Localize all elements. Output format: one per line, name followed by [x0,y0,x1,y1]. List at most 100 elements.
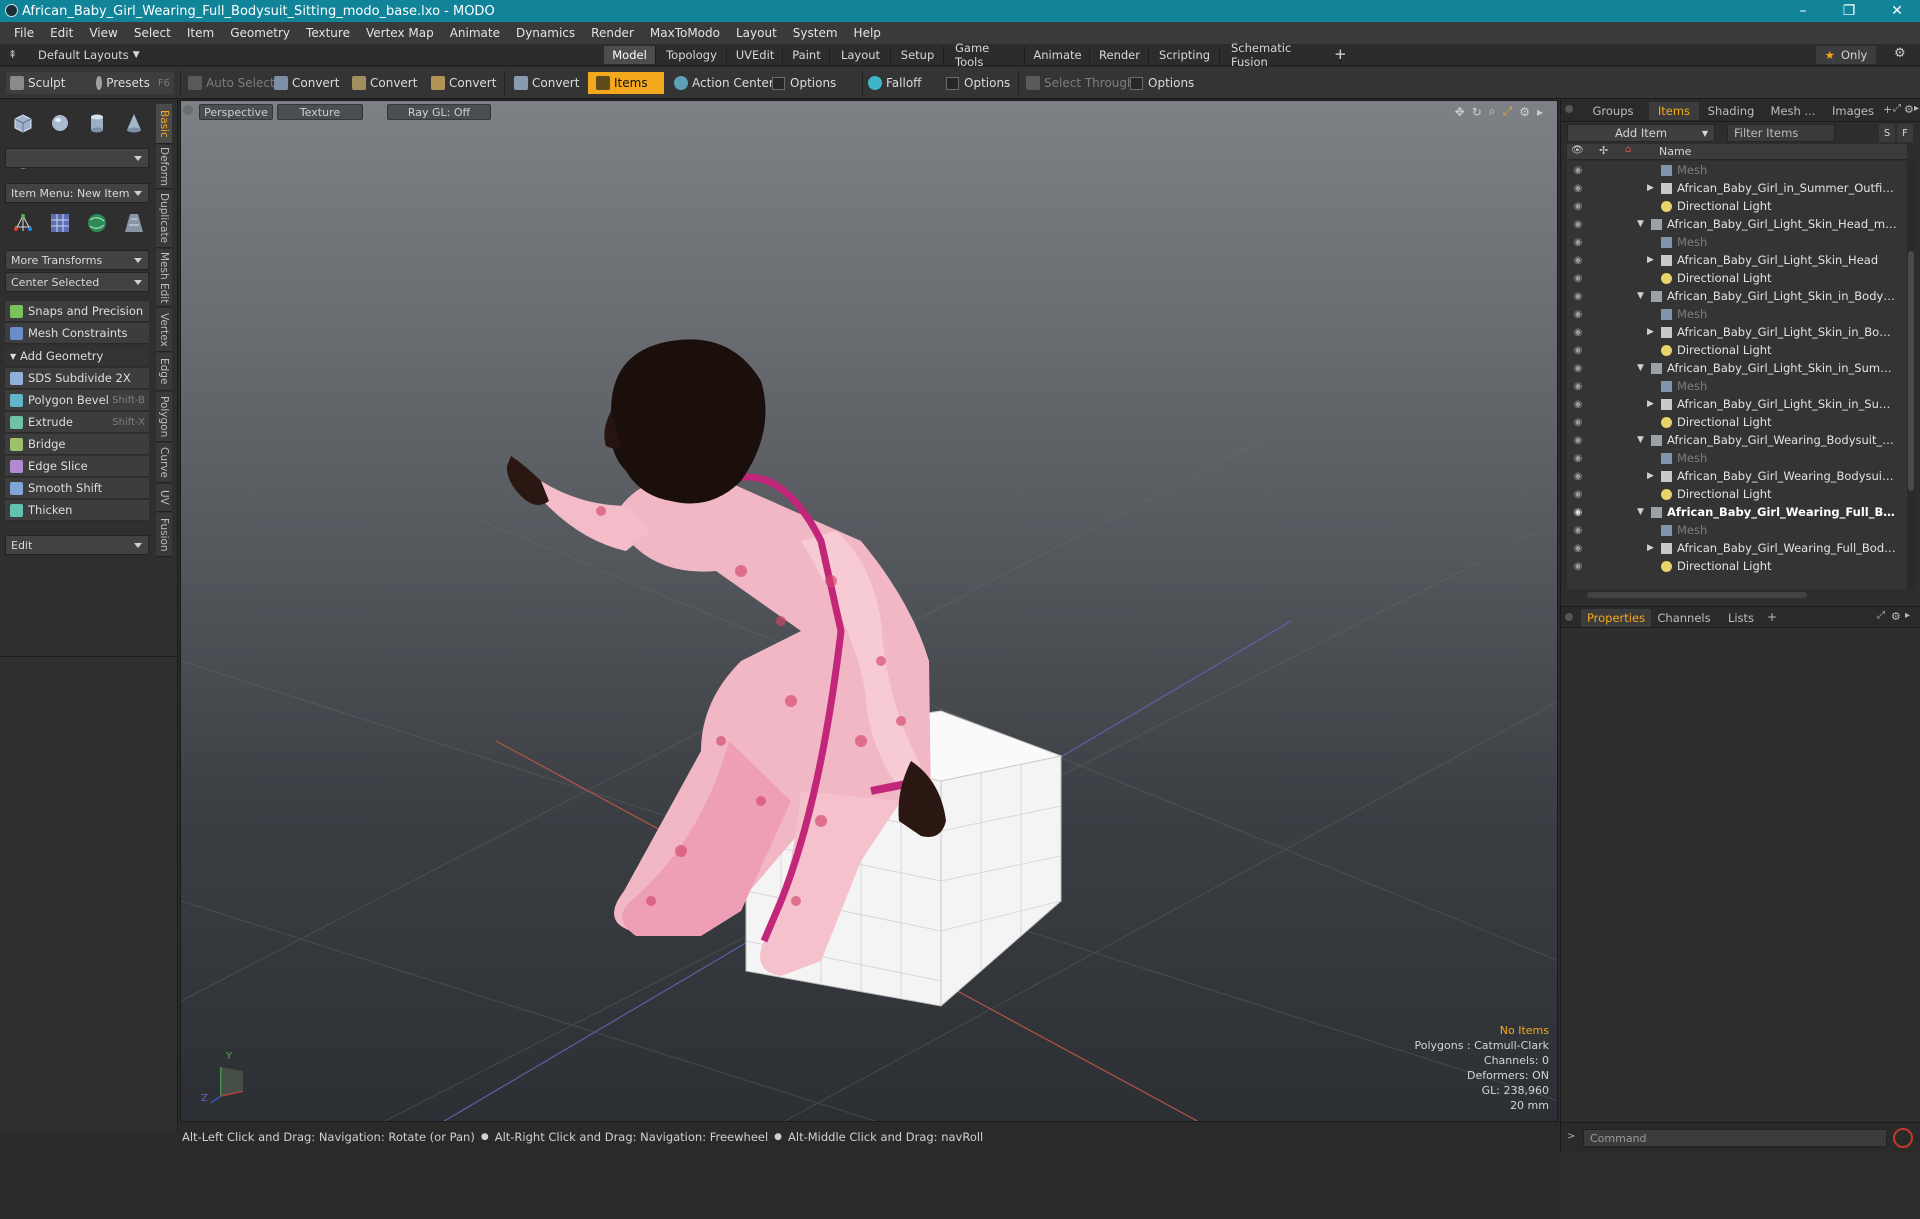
layout-toggle-icon[interactable]: ⇞ [8,48,17,61]
expand-right-icon[interactable]: ▶ [1647,327,1654,337]
hscrollbar-thumb[interactable] [1587,592,1807,598]
command-input[interactable]: Command [1583,1129,1887,1147]
extrude-button[interactable]: Extrude Shift-X [5,412,149,433]
tab-uvedit[interactable]: UVEdit [728,46,783,64]
expand-right-icon[interactable]: ▶ [1647,255,1654,265]
gear-icon[interactable]: ⚙ [1894,46,1906,61]
expand-down-icon[interactable]: ▼ [1637,219,1644,229]
panel-gear-icon[interactable]: ⚙ [1891,610,1901,623]
more-transforms-dropdown[interactable]: More Transforms [5,250,149,270]
edit-dropdown[interactable]: Edit [5,535,149,555]
cube-icon[interactable] [11,111,35,135]
add-item-dropdown[interactable]: Add Item ▼ [1567,124,1715,142]
convert-polygons-button[interactable]: Convert [427,72,500,94]
tree-row-group[interactable]: ◉ ▶ African_Baby_Girl_Wearing_Full_Bodysu.… [1567,539,1907,557]
vtab-mesh-edit[interactable]: Mesh Edit [156,249,172,307]
tab-render[interactable]: Render [1091,46,1149,64]
scrollbar-thumb[interactable] [1908,251,1914,491]
visibility-eye-icon[interactable]: ◉ [1571,183,1585,194]
tree-row-scene[interactable]: ◉ ▼ African_Baby_Girl_Light_Skin_in_Summer… [1567,359,1907,377]
tree-hscrollbar[interactable] [1567,589,1907,601]
panel-menu-icon[interactable] [1565,105,1573,113]
vtab-duplicate[interactable]: Duplicate [156,190,172,248]
expand-icon[interactable]: ⤢ [1877,610,1885,621]
expand-down-icon[interactable]: ▼ [1637,435,1644,445]
maximize-button[interactable]: ❐ [1826,0,1872,22]
visibility-eye-icon[interactable]: ◉ [1571,255,1585,266]
menu-select[interactable]: Select [126,26,179,40]
visibility-eye-icon[interactable]: ◉ [1571,273,1585,284]
visibility-eye-icon[interactable]: ◉ [1571,489,1585,500]
tab-shading[interactable]: Shading [1701,102,1761,120]
visibility-eye-icon[interactable]: ◉ [1571,237,1585,248]
menu-geometry[interactable]: Geometry [222,26,298,40]
sculpt-button[interactable]: Sculpt [6,72,92,94]
cylinder-icon[interactable] [85,111,109,135]
vtab-basic[interactable]: Basic [156,104,172,144]
visibility-header-icon[interactable]: 👁 [1571,145,1584,156]
add-tab-button[interactable]: + [1334,45,1347,63]
vtab-fusion[interactable]: Fusion [156,513,172,557]
menu-animate[interactable]: Animate [442,26,508,40]
action-center-button[interactable]: Action Center [670,72,778,94]
falloff-button[interactable]: Falloff [864,72,925,94]
render-header-icon[interactable]: ⌂ [1625,144,1631,155]
menu-help[interactable]: Help [846,26,889,40]
visibility-eye-icon[interactable]: ◉ [1571,417,1585,428]
expand-right-icon[interactable]: ▶ [1647,399,1654,409]
only-toggle[interactable]: ★ Only [1816,46,1876,64]
name-column-header[interactable]: Name [1659,145,1691,158]
options-checkbox[interactable] [1130,76,1143,90]
lock-header-icon[interactable]: ✢ [1599,144,1608,157]
tree-row-mesh[interactable]: ◉ Mesh [1567,161,1907,179]
convert-vertices-button[interactable]: Convert [270,72,343,94]
visibility-eye-icon[interactable]: ◉ [1571,399,1585,410]
options-checkbox[interactable] [772,76,785,90]
options-button-3[interactable]: Options [1126,72,1198,94]
tree-row-group[interactable]: ◉ ▶ African_Baby_Girl_Light_Skin_in_Summe … [1567,395,1907,413]
polygon-bevel-button[interactable]: Polygon Bevel Shift-B [5,390,149,411]
options-button-2[interactable]: Options [942,72,1014,94]
select-through-button[interactable]: Select Through [1022,72,1139,94]
vtab-polygon[interactable]: Polygon [156,392,172,442]
presets-button[interactable]: Presets F6 [92,72,174,94]
tab-game-tools[interactable]: Game Tools [945,41,1025,69]
tab-animate[interactable]: Animate [1026,46,1090,64]
menu-item[interactable]: Item [179,26,222,40]
visibility-eye-icon[interactable]: ◉ [1571,381,1585,392]
tab-properties[interactable]: Properties [1581,609,1651,627]
expand-right-icon[interactable]: ▶ [1647,543,1654,553]
tree-row-mesh[interactable]: ◉ Mesh [1567,449,1907,467]
menu-system[interactable]: System [785,26,846,40]
tree-row-mesh[interactable]: ◉ Mesh [1567,521,1907,539]
menu-vertex-map[interactable]: Vertex Map [358,26,442,40]
menu-dynamics[interactable]: Dynamics [508,26,583,40]
item-menu-dropdown[interactable]: Item Menu: New Item [5,183,149,203]
expand-right-icon[interactable]: ▶ [1647,183,1654,193]
tab-groups[interactable]: Groups [1579,102,1647,120]
visibility-eye-icon[interactable]: ◉ [1571,219,1585,230]
visibility-eye-icon[interactable]: ◉ [1571,543,1585,554]
tab-channels[interactable]: Channels [1653,609,1715,627]
snaps-precision-button[interactable]: Snaps and Precision [5,301,149,322]
auto-select-button[interactable]: Auto Select [184,72,279,94]
menu-texture[interactable]: Texture [298,26,358,40]
tab-mesh[interactable]: Mesh ... [1763,102,1823,120]
vtab-edge[interactable]: Edge [156,353,172,391]
menu-file[interactable]: File [6,26,42,40]
filter-s-button[interactable]: S [1879,124,1895,142]
tab-images[interactable]: Images [1825,102,1881,120]
tree-row-scene[interactable]: ◉ ▼ African_Baby_Girl_Light_Skin_in_Bodysu… [1567,287,1907,305]
tree-row-mesh[interactable]: ◉ Mesh [1567,233,1907,251]
edge-slice-button[interactable]: Edge Slice [5,456,149,477]
bridge-button[interactable]: Bridge [5,434,149,455]
convert-edges-button[interactable]: Convert [348,72,421,94]
filter-f-button[interactable]: F [1897,124,1913,142]
items-mode-button[interactable]: Items [588,72,664,94]
visibility-eye-icon[interactable]: ◉ [1571,561,1585,572]
menu-edit[interactable]: Edit [42,26,81,40]
move-tool-icon[interactable] [11,211,35,235]
tree-row-light[interactable]: ◉ Directional Light [1567,269,1907,287]
tab-setup[interactable]: Setup [892,46,944,64]
visibility-eye-icon[interactable]: ◉ [1571,201,1585,212]
